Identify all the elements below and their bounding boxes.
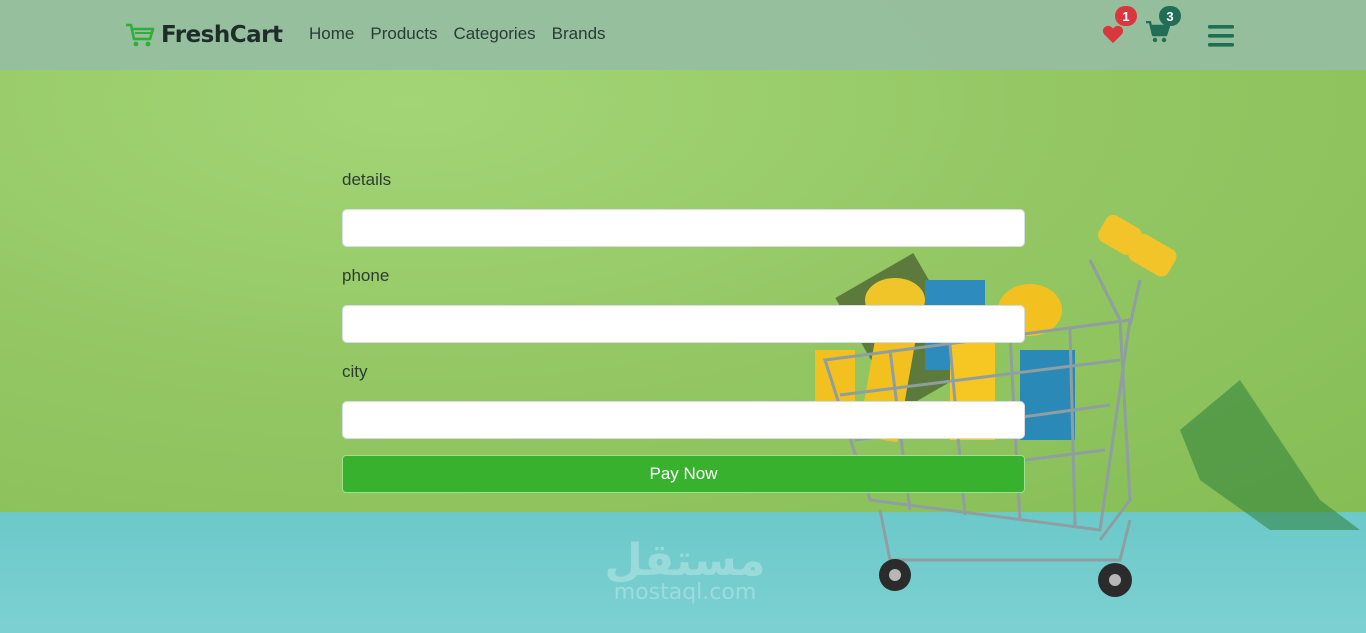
checkout-form: details phone city Pay Now xyxy=(342,170,1025,493)
heart-icon[interactable] xyxy=(1102,24,1124,44)
brand-name: FreshCart xyxy=(161,22,283,48)
phone-label: phone xyxy=(342,266,390,285)
brand-logo[interactable]: FreshCart xyxy=(125,22,283,48)
pay-now-button[interactable]: Pay Now xyxy=(342,455,1025,493)
wishlist-count-badge: 1 xyxy=(1115,6,1137,26)
shopping-cart-icon xyxy=(126,23,155,47)
nav-link-home[interactable]: Home xyxy=(309,24,354,44)
details-input[interactable] xyxy=(342,209,1025,247)
hamburger-menu-icon[interactable] xyxy=(1208,24,1234,48)
cart-count-badge: 3 xyxy=(1159,6,1181,26)
navbar: FreshCart Home Products Categories Brand… xyxy=(0,0,1366,70)
watermark: مستقل mostaql.com xyxy=(600,538,770,604)
watermark-latin: mostaql.com xyxy=(613,580,757,605)
nav-link-brands[interactable]: Brands xyxy=(552,24,606,44)
watermark-arabic: مستقل xyxy=(604,535,766,586)
nav-link-products[interactable]: Products xyxy=(370,24,437,44)
city-label: city xyxy=(342,362,368,381)
details-label: details xyxy=(342,170,392,189)
city-input[interactable] xyxy=(342,401,1025,439)
phone-input[interactable] xyxy=(342,305,1025,343)
nav-links: Home Products Categories Brands xyxy=(309,24,606,44)
nav-link-categories[interactable]: Categories xyxy=(453,24,535,44)
